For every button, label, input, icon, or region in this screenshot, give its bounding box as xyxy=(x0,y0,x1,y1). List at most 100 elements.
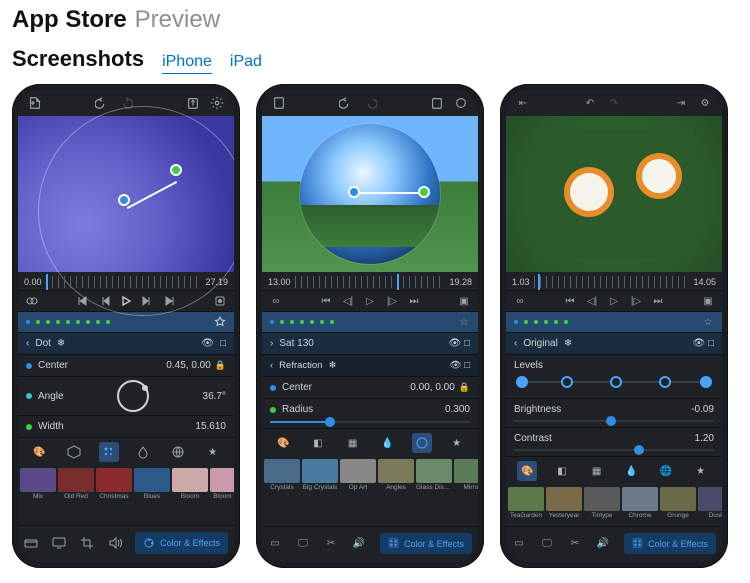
skip-back-icon[interactable]: ⏮ xyxy=(564,295,576,307)
preset-thumb[interactable]: Glass Distort xyxy=(416,459,452,491)
loop-icon[interactable] xyxy=(26,295,38,307)
fx-cube-icon[interactable] xyxy=(64,442,84,462)
preset-thumb[interactable]: Mirror xyxy=(454,459,478,491)
preset-thumb[interactable]: TeaGarden xyxy=(508,487,544,519)
fx-drop-icon[interactable]: 💧 xyxy=(377,433,397,453)
undo-icon[interactable] xyxy=(95,96,109,110)
color-effects-button[interactable]: Color & Effects xyxy=(135,532,228,554)
play-icon[interactable]: ▷ xyxy=(608,295,620,307)
param-center[interactable]: Center 0.00, 0.00🔒 xyxy=(262,376,478,398)
clip-icon[interactable] xyxy=(24,536,38,550)
fx-star-icon[interactable]: ★ xyxy=(691,461,711,481)
contrast-slider[interactable] xyxy=(514,449,714,451)
fx-globe-icon[interactable]: 🌐 xyxy=(656,461,676,481)
handle-edge[interactable] xyxy=(418,186,430,198)
import-icon[interactable] xyxy=(272,96,286,110)
preset-thumb[interactable]: Bloom xyxy=(172,468,208,500)
skip-fwd-icon[interactable]: ⏭ xyxy=(408,295,420,307)
radius-slider[interactable] xyxy=(270,421,470,423)
gear-icon[interactable] xyxy=(454,96,468,110)
preview-canvas[interactable] xyxy=(262,116,478,272)
fx-halftone-icon[interactable]: ▦ xyxy=(587,461,607,481)
crop-icon[interactable]: ✂ xyxy=(324,537,338,551)
preset-thumb[interactable]: Yesteryear xyxy=(546,487,582,519)
fx-halftone-icon[interactable] xyxy=(99,442,119,462)
handle-center[interactable] xyxy=(118,194,130,206)
preset-thumbnails[interactable]: TeaGardenYesteryearTintypeChromeGrungeDu… xyxy=(506,485,722,521)
fx-globe-icon[interactable] xyxy=(412,433,432,453)
preset-thumb[interactable]: Op Art xyxy=(340,459,376,491)
tab-iphone[interactable]: iPhone xyxy=(162,53,212,74)
keyframe-icon[interactable] xyxy=(214,295,226,307)
keyframe-track[interactable]: ☆ xyxy=(506,312,722,332)
screen-icon[interactable] xyxy=(52,536,66,550)
brightness-slider[interactable] xyxy=(514,420,714,422)
star-icon[interactable]: ☆ xyxy=(702,316,714,328)
skip-fwd-icon[interactable]: ⏭ xyxy=(652,295,664,307)
color-effects-button[interactable]: 🎛Color & Effects xyxy=(624,533,716,554)
preset-thumb[interactable]: Mix xyxy=(20,468,56,500)
color-effects-button[interactable]: 🎛Color & Effects xyxy=(380,533,472,554)
param-brightness[interactable]: Brightness -0.09 xyxy=(506,398,722,427)
import-icon[interactable]: ⇤ xyxy=(516,96,530,110)
preset-thumb[interactable]: Crystals xyxy=(264,459,300,491)
audio-icon[interactable]: 🔊 xyxy=(596,537,610,551)
play-icon[interactable]: ▷ xyxy=(364,295,376,307)
star-icon[interactable]: ☆ xyxy=(458,316,470,328)
undo-icon[interactable]: ↶ xyxy=(583,96,597,110)
step-back-icon[interactable]: ◁| xyxy=(586,295,598,307)
keyframe-track[interactable] xyxy=(18,312,234,332)
timeline[interactable]: 13.00 19.28 xyxy=(262,274,478,290)
export-icon[interactable] xyxy=(186,96,200,110)
preset-thumb[interactable]: Tintype xyxy=(584,487,620,519)
angle-knob[interactable] xyxy=(117,380,149,412)
preview-canvas[interactable] xyxy=(18,116,234,272)
fx-palette-icon[interactable]: 🎨 xyxy=(273,433,293,453)
step-back-icon[interactable]: ◁| xyxy=(342,295,354,307)
fx-drop-icon[interactable]: 💧 xyxy=(621,461,641,481)
preset-thumbnails[interactable]: CrystalsBig CrystalsOp ArtAnglesGlass Di… xyxy=(262,457,478,493)
filter-header-sat[interactable]: › Sat 130 👁 □ xyxy=(262,332,478,354)
keyframe-track[interactable]: ☆ xyxy=(262,312,478,332)
preset-thumb[interactable]: Chrome xyxy=(622,487,658,519)
param-radius[interactable]: Radius 0.300 xyxy=(262,398,478,428)
fx-star-icon[interactable]: ★ xyxy=(447,433,467,453)
screen-icon[interactable]: 🖵 xyxy=(296,537,310,551)
star-icon[interactable] xyxy=(214,316,226,328)
audio-icon[interactable]: 🔊 xyxy=(352,537,366,551)
fx-star-icon[interactable]: ★ xyxy=(203,442,223,462)
fx-palette-icon[interactable]: 🎨 xyxy=(517,461,537,481)
param-center[interactable]: Center 0.45, 0.00🔒 xyxy=(18,354,234,376)
undo-icon[interactable] xyxy=(339,96,353,110)
param-width[interactable]: Width 15.610 xyxy=(18,415,234,437)
preset-thumb[interactable]: Christmas xyxy=(96,468,132,500)
handle-center[interactable] xyxy=(348,186,360,198)
import-icon[interactable] xyxy=(28,96,42,110)
preset-thumb[interactable]: Bloom Big xyxy=(210,468,234,500)
filter-header[interactable]: ‹ Original ❄ 👁 □ xyxy=(506,332,722,354)
tab-ipad[interactable]: iPad xyxy=(230,53,262,73)
clip-icon[interactable]: ▭ xyxy=(268,537,282,551)
preset-thumb[interactable]: Blues xyxy=(134,468,170,500)
preset-thumbnails[interactable]: MixOld RedChristmasBluesBloomBloom BigFu… xyxy=(18,466,234,502)
keyframe-icon[interactable]: ▣ xyxy=(458,295,470,307)
crop-icon[interactable] xyxy=(80,536,94,550)
fx-cube-icon[interactable]: ◧ xyxy=(552,461,572,481)
preset-thumb[interactable]: Old Red xyxy=(58,468,94,500)
gear-icon[interactable] xyxy=(210,96,224,110)
export-icon[interactable]: ⇥ xyxy=(674,96,688,110)
preset-thumb[interactable]: Dusk xyxy=(698,487,722,519)
lock-icon[interactable]: 🔒 xyxy=(215,360,226,370)
keyframe-icon[interactable]: ▣ xyxy=(702,295,714,307)
loop-icon[interactable]: ∞ xyxy=(270,295,282,307)
export-icon[interactable] xyxy=(430,96,444,110)
skip-back-icon[interactable]: ⏮ xyxy=(320,295,332,307)
audio-icon[interactable] xyxy=(108,536,122,550)
fx-cube-icon[interactable]: ◧ xyxy=(308,433,328,453)
preset-thumb[interactable]: Big Crystals xyxy=(302,459,338,491)
filter-header[interactable]: ‹ Dot ❄ 👁 □ xyxy=(18,332,234,354)
levels-slider[interactable] xyxy=(516,375,712,389)
preset-thumb[interactable]: Angles xyxy=(378,459,414,491)
gear-icon[interactable]: ⚙ xyxy=(698,96,712,110)
filter-header-refraction[interactable]: ‹ Refraction ❄ 👁 □ xyxy=(262,354,478,376)
